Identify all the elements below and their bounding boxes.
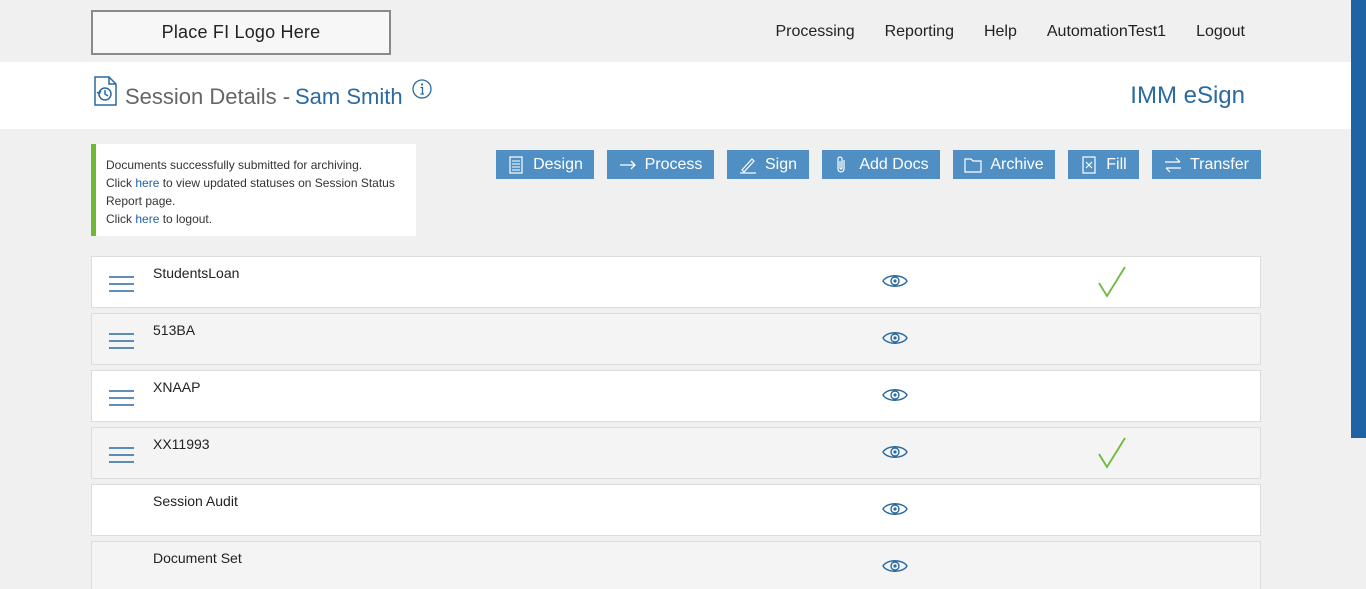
archive-button[interactable]: Archive <box>953 150 1055 179</box>
view-eye-icon[interactable] <box>882 272 908 290</box>
document-name: Session Audit <box>153 493 238 509</box>
page-title: Session Details - <box>125 84 291 109</box>
document-name: XNAAP <box>153 379 201 395</box>
arrow-right-icon <box>619 160 636 169</box>
design-label: Design <box>533 155 583 173</box>
notice-text: Click <box>106 212 136 226</box>
document-name: XX11993 <box>153 436 210 452</box>
document-name: 513BA <box>153 322 196 338</box>
fill-label: Fill <box>1106 155 1127 173</box>
document-name: Document Set <box>153 550 242 566</box>
nav-processing[interactable]: Processing <box>775 23 854 41</box>
document-row: XNAAP <box>91 370 1261 422</box>
pen-icon <box>739 157 756 174</box>
document-row: StudentsLoan <box>91 256 1261 308</box>
nav-reporting[interactable]: Reporting <box>885 23 954 41</box>
view-eye-icon[interactable] <box>882 443 908 461</box>
notice-line-1: Documents successfully submitted for arc… <box>106 158 363 172</box>
process-button[interactable]: Process <box>607 150 714 179</box>
notice-line-2: Click here to view updated statuses on S… <box>106 174 406 210</box>
session-header: Session Details - Sam Smith IMM eSign <box>0 62 1351 129</box>
top-nav: Processing Reporting Help AutomationTest… <box>775 23 1245 41</box>
document-row: Document Set <box>91 541 1261 589</box>
paperclip-icon <box>837 155 845 173</box>
document-row: Session Audit <box>91 484 1261 536</box>
add-docs-button[interactable]: Add Docs <box>822 150 940 179</box>
folder-icon <box>964 157 982 173</box>
fill-form-icon <box>1082 155 1096 174</box>
logout-link[interactable]: here <box>135 212 159 226</box>
status-notice: Documents successfully submitted for arc… <box>91 144 416 236</box>
notice-line-3: Click here to logout. <box>106 210 406 228</box>
fill-button[interactable]: Fill <box>1068 150 1139 179</box>
drag-handle-icon[interactable] <box>108 446 135 464</box>
drag-handle-icon[interactable] <box>108 389 135 407</box>
nav-logout[interactable]: Logout <box>1196 23 1245 41</box>
nav-help[interactable]: Help <box>984 23 1017 41</box>
document-row: XX11993 <box>91 427 1261 479</box>
drag-handle-icon[interactable] <box>108 332 135 350</box>
nav-user[interactable]: AutomationTest1 <box>1047 23 1166 41</box>
view-eye-icon[interactable] <box>882 329 908 347</box>
status-report-link[interactable]: here <box>135 176 159 190</box>
transfer-icon <box>1165 157 1181 172</box>
fi-logo-placeholder: Place FI Logo Here <box>91 10 391 55</box>
view-eye-icon[interactable] <box>882 557 908 575</box>
design-button[interactable]: Design <box>496 150 594 179</box>
view-eye-icon[interactable] <box>882 500 908 518</box>
drag-handle-icon[interactable] <box>108 275 135 293</box>
process-label: Process <box>644 155 703 173</box>
transfer-label: Transfer <box>1190 155 1249 173</box>
archive-label: Archive <box>990 155 1044 173</box>
design-icon <box>509 155 523 174</box>
sign-label: Sign <box>764 155 798 173</box>
document-row: 513BA <box>91 313 1261 365</box>
document-name: StudentsLoan <box>153 265 240 281</box>
add-docs-label: Add Docs <box>859 155 929 173</box>
info-icon[interactable] <box>412 79 432 99</box>
scrollbar-thumb[interactable] <box>1351 0 1366 438</box>
customer-name: Sam Smith <box>295 84 403 109</box>
view-eye-icon[interactable] <box>882 386 908 404</box>
checkmark-icon <box>1098 437 1126 469</box>
sign-button[interactable]: Sign <box>727 150 809 179</box>
notice-text: to logout. <box>159 212 213 226</box>
session-history-icon <box>94 76 117 106</box>
checkmark-icon <box>1098 266 1126 298</box>
product-brand: IMM eSign <box>1130 82 1245 109</box>
transfer-button[interactable]: Transfer <box>1152 150 1261 179</box>
notice-text: Click <box>106 176 136 190</box>
top-bar: Place FI Logo Here Processing Reporting … <box>0 0 1351 62</box>
